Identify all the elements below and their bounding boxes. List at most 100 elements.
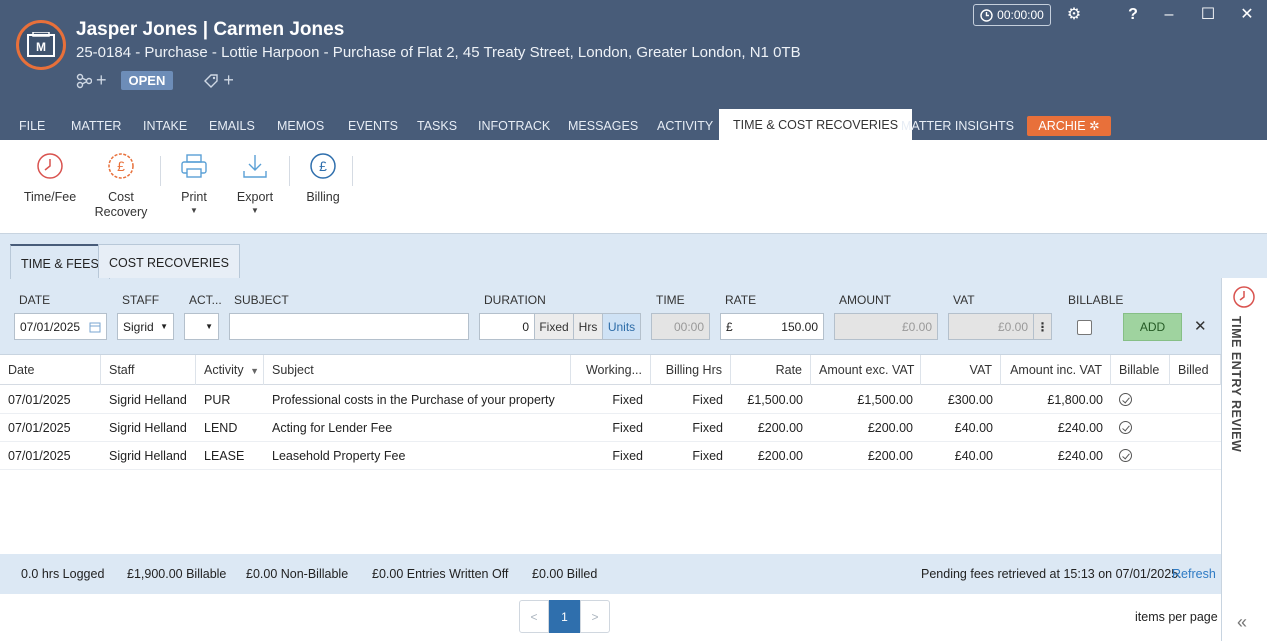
time-fee-button[interactable]: Time/Fee (22, 152, 78, 205)
cell-staff: Sigrid Helland (109, 393, 187, 407)
vat-options-icon[interactable]: ⋮ (1033, 313, 1052, 340)
relationships-icon[interactable] (76, 73, 92, 89)
client-names-title: Jasper Jones | Carmen Jones (76, 19, 345, 40)
col-date[interactable]: Date (0, 355, 101, 385)
help-icon[interactable]: ? (1123, 5, 1143, 25)
toolbar-divider (352, 156, 353, 186)
date-input[interactable]: 07/01/2025 (14, 313, 107, 340)
subtab-time-fees[interactable]: TIME & FEES (10, 244, 110, 279)
billable-total: £1,900.00 Billable (127, 567, 227, 581)
pound-coin-icon: £ (107, 152, 135, 180)
toolbar-divider (289, 156, 290, 186)
activity-select[interactable]: ▼ (184, 313, 219, 340)
duration-mode-units[interactable]: Units (602, 313, 641, 340)
sparkle-icon: ✲ (1089, 119, 1100, 133)
settings-gear-icon[interactable]: ⚙ (1064, 5, 1084, 25)
col-activity[interactable]: Activity ▼ (196, 355, 264, 385)
close-window-icon[interactable]: ✕ (1237, 5, 1257, 25)
prev-page-button[interactable]: < (519, 600, 549, 633)
cell-amount-inc-vat: £1,800.00 (1047, 393, 1103, 407)
cell-amount-inc-vat: £240.00 (1057, 449, 1103, 463)
cell-subject: Acting for Lender Fee (272, 421, 393, 435)
tab-emails[interactable]: EMAILS (209, 110, 255, 140)
clock-icon (980, 8, 993, 22)
next-page-button[interactable]: > (580, 600, 610, 633)
cell-working: Fixed (612, 421, 643, 435)
col-amount-exc-vat[interactable]: Amount exc. VAT (811, 355, 921, 385)
staff-select[interactable]: Sigrid ▼ (117, 313, 174, 340)
subtab-cost-recoveries[interactable]: COST RECOVERIES (98, 244, 240, 278)
table-row[interactable]: 07/01/2025 Sigrid Helland LEND Acting fo… (0, 414, 1221, 442)
print-button[interactable]: Print ▼ (174, 152, 214, 215)
col-billable[interactable]: Billable (1111, 355, 1170, 385)
rate-label: RATE (725, 293, 757, 307)
items-per-page-label: items per page (1135, 610, 1218, 624)
archie-button[interactable]: ARCHIE ✲ (1027, 116, 1111, 136)
table-row[interactable]: 07/01/2025 Sigrid Helland LEASE Leasehol… (0, 442, 1221, 470)
refresh-link[interactable]: Refresh (1172, 567, 1216, 581)
cell-staff: Sigrid Helland (109, 449, 187, 463)
close-entry-icon[interactable]: ✕ (1194, 317, 1207, 335)
cost-recovery-button[interactable]: £ Cost Recovery (92, 152, 150, 220)
col-vat[interactable]: VAT (921, 355, 1001, 385)
cell-subject: Professional costs in the Purchase of yo… (272, 393, 555, 407)
tag-icon[interactable] (203, 73, 219, 89)
export-button[interactable]: Export ▼ (234, 152, 276, 215)
billable-label: BILLABLE (1068, 293, 1124, 307)
tab-memos[interactable]: MEMOS (277, 110, 324, 140)
clock-icon (1233, 286, 1255, 308)
cell-billable (1111, 414, 1170, 442)
tab-events[interactable]: EVENTS (348, 110, 398, 140)
col-billed[interactable]: Billed (1170, 355, 1221, 385)
tab-time-cost-recoveries[interactable]: TIME & COST RECOVERIES (719, 109, 913, 140)
col-rate[interactable]: Rate (731, 355, 811, 385)
hours-logged: 0.0 hrs Logged (21, 567, 105, 581)
tab-activity[interactable]: ACTIVITY (657, 110, 713, 140)
cell-vat: £40.00 (954, 421, 993, 435)
tab-intake[interactable]: INTAKE (143, 110, 187, 140)
export-caret-icon: ▼ (251, 206, 259, 215)
cell-activity: LEASE (204, 449, 245, 463)
vat-value: £0.00 (997, 319, 1028, 334)
table-row[interactable]: 07/01/2025 Sigrid Helland PUR Profession… (0, 386, 1221, 414)
tab-messages[interactable]: MESSAGES (568, 110, 638, 140)
add-relationship-icon[interactable]: + (96, 70, 107, 91)
add-tag-icon[interactable]: + (223, 70, 234, 91)
cell-activity: LEND (204, 421, 238, 435)
filter-icon[interactable]: ▼ (250, 366, 259, 376)
amount-value: £0.00 (901, 319, 932, 334)
add-button[interactable]: ADD (1123, 313, 1182, 341)
duration-mode-fixed[interactable]: Fixed (534, 313, 574, 340)
tab-matter-insights[interactable]: MATTER INSIGHTS (901, 110, 1014, 140)
billing-button[interactable]: £ Billing (302, 152, 344, 205)
tab-file[interactable]: FILE (19, 110, 45, 140)
page-1-button[interactable]: 1 (549, 600, 580, 633)
cell-amount-exc-vat: £200.00 (867, 449, 913, 463)
tab-matter[interactable]: MATTER (71, 110, 121, 140)
duration-mode-hrs[interactable]: Hrs (573, 313, 603, 340)
time-fee-label: Time/Fee (23, 190, 77, 204)
col-working[interactable]: Working... (571, 355, 651, 385)
pending-fees-note: Pending fees retrieved at 15:13 on 07/01… (921, 567, 1182, 581)
duration-input[interactable]: 0 (479, 313, 535, 340)
col-amount-inc-vat[interactable]: Amount inc. VAT (1001, 355, 1111, 385)
tab-tasks[interactable]: TASKS (417, 110, 457, 140)
timer-button[interactable]: 00:00:00 (973, 4, 1051, 26)
toolbar-divider (160, 156, 161, 186)
billable-checkbox[interactable] (1077, 320, 1092, 335)
col-staff[interactable]: Staff (101, 355, 196, 385)
svg-text:M: M (36, 40, 46, 54)
status-badge[interactable]: OPEN (120, 71, 174, 90)
col-subject[interactable]: Subject (264, 355, 571, 385)
rate-input[interactable]: £ 150.00 (720, 313, 824, 340)
minimize-icon[interactable]: – (1159, 5, 1179, 25)
time-entry-review-panel[interactable] (1221, 278, 1267, 641)
maximize-icon[interactable]: ☐ (1198, 5, 1218, 25)
cell-subject: Leasehold Property Fee (272, 449, 406, 463)
collapse-panel-icon[interactable]: « (1237, 612, 1247, 633)
col-billing-hrs[interactable]: Billing Hrs (651, 355, 731, 385)
subject-input[interactable] (229, 313, 469, 340)
tab-infotrack[interactable]: INFOTRACK (478, 110, 550, 140)
cell-amount-exc-vat: £200.00 (867, 421, 913, 435)
calendar-icon[interactable] (89, 321, 101, 333)
